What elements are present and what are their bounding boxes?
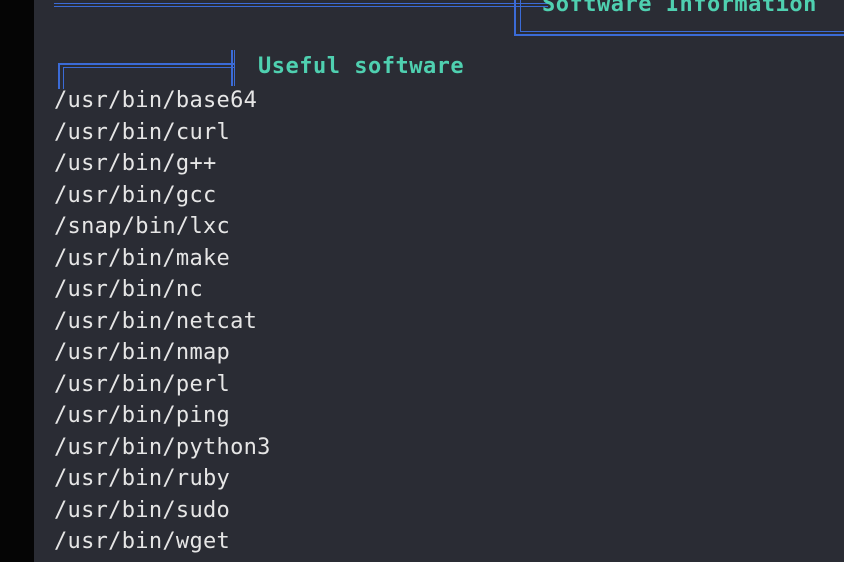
list-item: /usr/bin/netcat bbox=[54, 308, 258, 334]
window-left-edge bbox=[0, 0, 34, 562]
list-item: /usr/bin/python3 bbox=[54, 434, 271, 460]
list-item: /usr/bin/sudo bbox=[54, 497, 231, 523]
list-item: /usr/bin/nmap bbox=[54, 340, 231, 365]
list-item: /usr/bin/gcc bbox=[54, 182, 217, 208]
list-item: /usr/bin/ping bbox=[54, 403, 231, 428]
section-divider-top-inner bbox=[54, 0, 548, 4]
list-item: /usr/bin/wget bbox=[54, 529, 231, 554]
list-item: /usr/bin/make bbox=[54, 245, 231, 271]
list-item: /usr/bin/nc bbox=[54, 277, 203, 302]
list-item: /usr/bin/base64 bbox=[54, 88, 258, 113]
list-item: /usr/bin/ruby bbox=[54, 466, 231, 491]
list-item: /usr/bin/g++ bbox=[54, 151, 217, 176]
list-item: /usr/bin/curl bbox=[54, 119, 231, 145]
list-item: /usr/bin/perl bbox=[54, 371, 231, 397]
list-item: /snap/bin/lxc bbox=[54, 214, 231, 239]
software-list: /usr/bin/base64 /usr/bin/curl /usr/bin/g… bbox=[54, 85, 271, 558]
subsection-frame-right bbox=[231, 50, 235, 86]
subsection-title: Useful software bbox=[258, 54, 465, 79]
terminal-output[interactable]: Software Information Useful software /us… bbox=[34, 0, 844, 562]
terminal-window: Software Information Useful software /us… bbox=[0, 0, 844, 562]
section-title: Software Information bbox=[542, 0, 817, 17]
